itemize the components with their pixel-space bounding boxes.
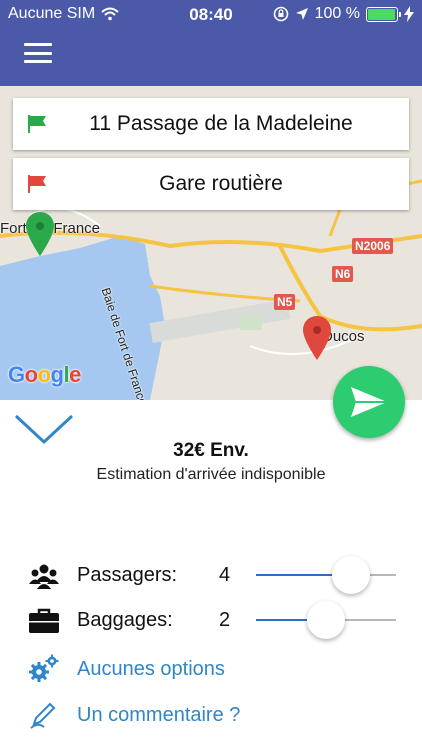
options-link[interactable]: Aucunes options bbox=[77, 658, 225, 681]
orientation-lock-icon bbox=[273, 6, 288, 22]
green-map-pin-icon[interactable] bbox=[26, 212, 54, 256]
green-flag-icon bbox=[28, 115, 46, 133]
briefcase-icon bbox=[29, 608, 59, 633]
passengers-row: Passagers: 4 bbox=[0, 556, 422, 596]
road-badge-n5: N5 bbox=[274, 294, 296, 310]
status-bar: Aucune SIM 08:40 100 % bbox=[0, 0, 422, 30]
origin-address-field[interactable]: 11 Passage de la Madeleine bbox=[13, 98, 409, 150]
gears-icon bbox=[29, 654, 59, 682]
origin-address-text: 11 Passage de la Madeleine bbox=[89, 112, 353, 135]
luggage-value: 2 bbox=[219, 609, 231, 631]
pen-icon bbox=[30, 702, 56, 729]
red-map-pin-icon[interactable] bbox=[303, 316, 331, 360]
luggage-slider-knob[interactable] bbox=[307, 601, 345, 639]
luggage-label: Baggages: bbox=[77, 609, 173, 631]
battery-icon bbox=[366, 6, 401, 22]
passengers-value: 4 bbox=[219, 564, 231, 586]
charging-bolt-icon bbox=[404, 6, 414, 22]
passengers-slider-knob[interactable] bbox=[332, 556, 371, 594]
destination-address-field[interactable]: Gare routière bbox=[13, 158, 409, 210]
hamburger-menu-icon[interactable] bbox=[24, 40, 52, 66]
top-bar: Aucune SIM 08:40 100 % bbox=[0, 0, 422, 86]
road-badge-n6: N6 bbox=[332, 266, 354, 282]
location-arrow-icon bbox=[295, 8, 308, 20]
destination-address-text: Gare routière bbox=[159, 172, 283, 195]
group-people-icon bbox=[29, 564, 59, 589]
red-flag-icon bbox=[28, 175, 46, 193]
send-paper-plane-icon bbox=[351, 387, 387, 417]
send-button[interactable] bbox=[333, 366, 405, 438]
passengers-label: Passagers: bbox=[77, 564, 178, 586]
price-estimate: 32€ Env. bbox=[173, 440, 249, 461]
road-badge-n2006: N2006 bbox=[352, 238, 394, 254]
route-map[interactable]: 11 Passage de la Madeleine Gare routière… bbox=[0, 86, 422, 400]
comment-link[interactable]: Un commentaire ? bbox=[77, 704, 240, 727]
battery-percent: 100 % bbox=[314, 5, 360, 22]
luggage-row: Baggages: 2 bbox=[0, 601, 422, 641]
google-logo: Google bbox=[8, 362, 81, 387]
arrival-estimate: Estimation d'arrivée indisponible bbox=[96, 466, 326, 483]
passengers-slider[interactable] bbox=[256, 556, 396, 594]
luggage-slider[interactable] bbox=[256, 601, 396, 639]
